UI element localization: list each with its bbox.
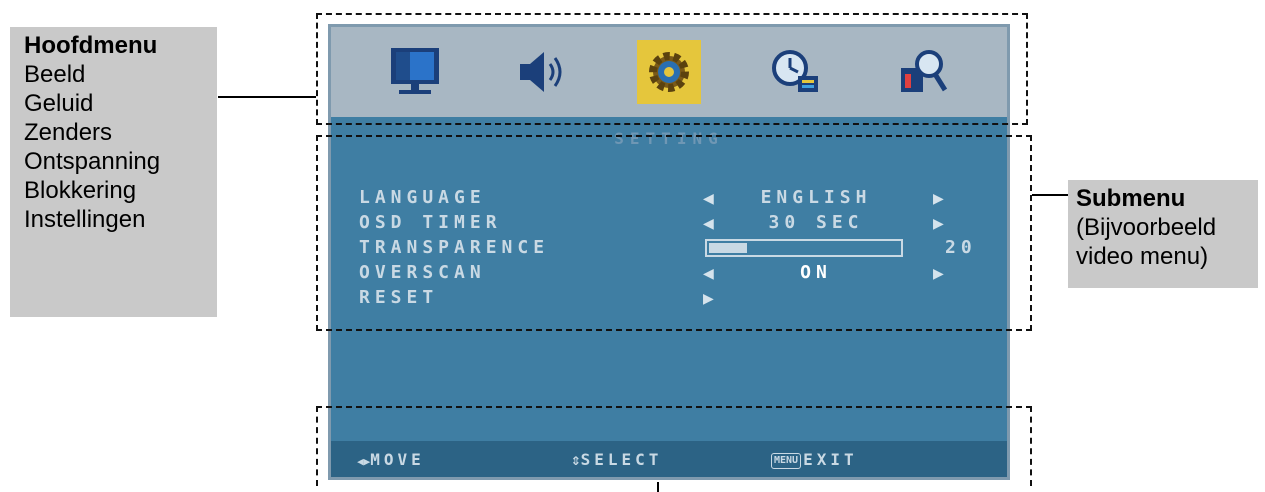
main-menu-dashed-outline: [316, 13, 1028, 125]
main-menu-item-beeld: Beeld: [24, 61, 86, 88]
submenu-dashed-outline: [316, 135, 1032, 331]
main-menu-item-blokkering: Blokkering: [24, 177, 137, 204]
main-menu-leader-line: [218, 96, 316, 98]
main-menu-callout: Hoofdmenu Beeld Geluid Zenders Ontspanni…: [10, 27, 217, 317]
main-menu-item-geluid: Geluid: [24, 90, 94, 117]
submenu-callout-line-1: (Bijvoorbeeld: [1076, 214, 1217, 241]
main-menu-item-zenders: Zenders: [24, 119, 113, 146]
main-menu-item-ontspanning: Ontspanning: [24, 148, 161, 175]
main-menu-item-instellingen: Instellingen: [24, 206, 146, 233]
submenu-callout: Submenu (Bijvoorbeeld video menu): [1068, 180, 1258, 288]
footer-dashed-outline: [316, 406, 1032, 486]
submenu-callout-line-2: video menu): [1076, 243, 1209, 270]
main-menu-callout-title: Hoofdmenu: [24, 32, 158, 59]
submenu-leader-line: [1032, 194, 1068, 196]
submenu-callout-title: Submenu: [1076, 185, 1186, 212]
